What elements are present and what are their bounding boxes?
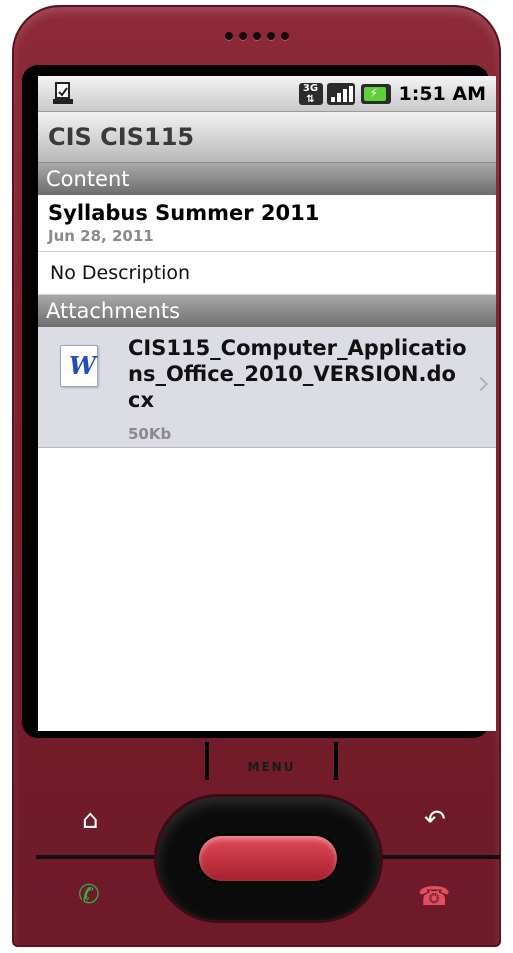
3g-icon: 3G ⇅ — [298, 83, 323, 105]
content-item-date: Jun 28, 2011 — [38, 225, 496, 252]
trackball-button[interactable] — [199, 836, 337, 881]
call-icon[interactable]: ✆ — [78, 882, 100, 908]
content-item[interactable]: Syllabus Summer 2011 Jun 28, 2011 — [38, 195, 496, 252]
speaker-grille — [12, 25, 501, 44]
word-document-icon: W — [60, 345, 98, 387]
status-bar: 3G ⇅ ⚡ 1:51 AM — [38, 76, 496, 112]
divider-right — [377, 855, 500, 859]
content-item-title: Syllabus Summer 2011 — [48, 201, 320, 225]
home-icon[interactable]: ⌂ — [82, 807, 99, 833]
signal-icon — [326, 83, 355, 105]
divider-left — [36, 855, 161, 859]
back-icon[interactable]: ↶ — [424, 807, 446, 833]
screen: 3G ⇅ ⚡ 1:51 AM CIS CIS115 Content Syllabu… — [38, 76, 496, 731]
attachment-file-size: 50Kb — [128, 425, 172, 443]
attachment-file-name: CIS115_Computer_Applications_Office_2010… — [128, 336, 467, 412]
status-time: 1:51 AM — [398, 83, 487, 105]
status-icons: 3G ⇅ ⚡ 1:51 AM — [298, 79, 487, 109]
content-section-header: Content — [38, 163, 496, 195]
chevron-right-icon — [473, 376, 489, 392]
attachment-item[interactable]: W CIS115_Computer_Applications_Office_20… — [38, 327, 496, 448]
battery-icon: ⚡ — [360, 84, 391, 104]
end-call-icon[interactable]: ☎ — [418, 884, 450, 910]
attachments-section-header: Attachments — [38, 295, 496, 327]
content-description: No Description — [38, 252, 496, 295]
menu-button[interactable]: MENU — [205, 742, 338, 780]
download-icon — [53, 82, 73, 104]
page-title: CIS CIS115 — [38, 112, 496, 163]
